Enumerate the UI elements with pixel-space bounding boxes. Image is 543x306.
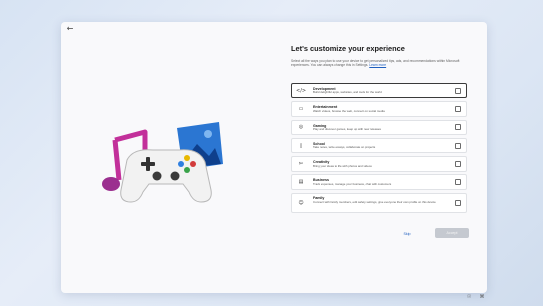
arrow-left-icon: ← bbox=[66, 24, 74, 33]
game-controller-icon bbox=[120, 149, 212, 203]
back-button[interactable]: ← bbox=[65, 24, 75, 34]
business-icon: ▤ bbox=[298, 179, 304, 186]
usage-options-list: </> Development Build delightful apps, w… bbox=[291, 83, 467, 216]
creativity-icon: ✄ bbox=[298, 160, 304, 167]
option-subtitle: Take notes, write essays, collaborate on… bbox=[313, 145, 376, 150]
option-checkbox[interactable] bbox=[455, 124, 461, 131]
notebook-icon: ▯ bbox=[299, 142, 303, 149]
skip-button[interactable]: Skip bbox=[401, 230, 413, 238]
accessibility-icon[interactable]: ☉ bbox=[466, 294, 472, 300]
option-family[interactable]: ☺ Family Connect with family members, ed… bbox=[291, 192, 467, 213]
learn-more-link[interactable]: Learn more bbox=[369, 63, 386, 67]
option-checkbox[interactable] bbox=[455, 87, 461, 94]
option-development[interactable]: </> Development Build delightful apps, w… bbox=[291, 83, 467, 99]
option-school[interactable]: ▯ School Take notes, write essays, colla… bbox=[291, 137, 467, 154]
gamepad-icon: ◎ bbox=[298, 124, 304, 131]
code-icon: </> bbox=[296, 87, 307, 94]
oobe-dialog: ← Let's customize your experience Select… bbox=[61, 22, 487, 293]
option-subtitle: Watch videos, browse the web, connect on… bbox=[313, 108, 385, 113]
option-entertainment[interactable]: ▭ Entertainment Watch videos, browse the… bbox=[291, 101, 467, 117]
accept-button[interactable]: Accept bbox=[435, 228, 469, 238]
option-subtitle: Connect with family members, edit safety… bbox=[313, 199, 436, 204]
option-checkbox[interactable] bbox=[455, 105, 461, 112]
option-subtitle: Build delightful apps, websites, and too… bbox=[313, 90, 382, 95]
tv-icon: ▭ bbox=[298, 105, 304, 112]
option-checkbox[interactable] bbox=[455, 179, 461, 186]
option-checkbox[interactable] bbox=[455, 199, 461, 206]
option-subtitle: Play and discover games, keep up with ne… bbox=[313, 126, 381, 131]
option-subtitle: Track expenses, manage your business, ch… bbox=[313, 181, 392, 186]
network-icon[interactable]: ⌘ bbox=[479, 294, 485, 300]
option-subtitle: Bring your ideas to life with photos and… bbox=[313, 163, 372, 168]
option-checkbox[interactable] bbox=[455, 142, 461, 149]
hero-illustration bbox=[102, 122, 223, 203]
option-business[interactable]: ▤ Business Track expenses, manage your b… bbox=[291, 174, 467, 190]
option-gaming[interactable]: ◎ Gaming Play and discover games, keep u… bbox=[291, 119, 467, 135]
family-icon: ☺ bbox=[298, 199, 304, 206]
option-creativity[interactable]: ✄ Creativity Bring your ideas to life wi… bbox=[291, 156, 467, 172]
page-description: Select all the ways you plan to use your… bbox=[291, 59, 471, 68]
option-checkbox[interactable] bbox=[455, 160, 461, 167]
page-title: Let's customize your experience bbox=[291, 44, 405, 53]
